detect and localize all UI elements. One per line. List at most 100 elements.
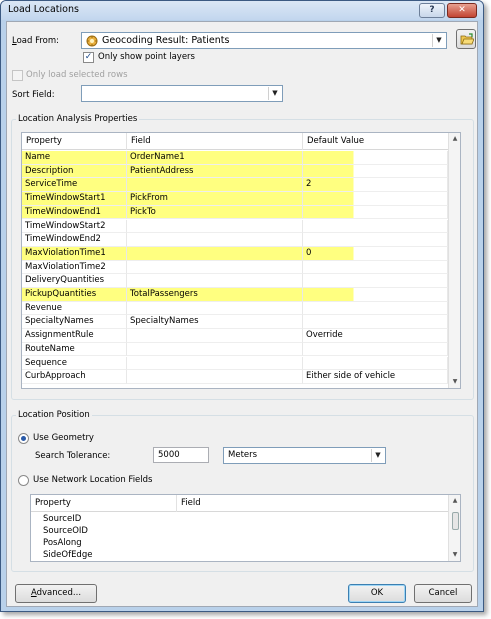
cell-property[interactable]: Sequence bbox=[22, 356, 127, 371]
table-row[interactable]: TimeWindowEnd2 bbox=[22, 233, 448, 247]
cell-property[interactable]: SpecialtyNames bbox=[22, 315, 127, 330]
cell-property[interactable]: TimeWindowStart2 bbox=[22, 219, 127, 234]
table-row[interactable]: RouteName bbox=[22, 342, 448, 357]
cell-default-value[interactable]: Either side of vehicle bbox=[303, 370, 448, 384]
column-header-property[interactable]: Property bbox=[22, 133, 127, 150]
cell-field[interactable] bbox=[127, 356, 303, 371]
table-row[interactable]: Revenue bbox=[22, 301, 448, 316]
cell-default-value[interactable] bbox=[303, 342, 448, 357]
table-row[interactable]: ServiceTime 2 bbox=[22, 178, 448, 193]
scroll-down-icon[interactable]: ▼ bbox=[449, 549, 460, 561]
use-geometry-radio[interactable] bbox=[18, 433, 29, 444]
cell-default-value[interactable] bbox=[303, 315, 448, 330]
ok-button[interactable]: OK bbox=[348, 584, 406, 603]
properties-grid[interactable]: Property Field Default Value Name OrderNa… bbox=[21, 132, 461, 389]
browse-button[interactable] bbox=[456, 29, 476, 49]
table-row[interactable]: TimeWindowStart2 bbox=[22, 219, 448, 234]
cell-field[interactable] bbox=[127, 329, 303, 343]
column-header-property[interactable]: Property bbox=[31, 495, 177, 512]
cell-property[interactable]: DeliveryQuantities bbox=[22, 274, 127, 288]
cell-field[interactable]: PickFrom bbox=[127, 192, 303, 206]
cell-property[interactable]: TimeWindowEnd1 bbox=[22, 205, 127, 220]
cell-property[interactable]: CurbApproach bbox=[22, 370, 127, 384]
cell-default-value[interactable] bbox=[303, 356, 448, 371]
cell-property[interactable]: MaxViolationTime2 bbox=[22, 260, 127, 275]
table-row[interactable]: DeliveryQuantities bbox=[22, 274, 448, 288]
cell-default-value[interactable]: 0 bbox=[303, 246, 448, 261]
cell-field[interactable] bbox=[127, 219, 303, 234]
cell-field[interactable]: PickTo bbox=[127, 205, 303, 220]
cell-field[interactable] bbox=[127, 342, 303, 357]
cell-field[interactable] bbox=[127, 301, 303, 316]
chevron-down-icon[interactable]: ▼ bbox=[268, 87, 281, 100]
cell-field[interactable] bbox=[127, 274, 303, 288]
scroll-up-icon[interactable]: ▲ bbox=[449, 133, 460, 145]
table-row[interactable]: Description PatientAddress bbox=[22, 164, 448, 179]
table-row[interactable]: SpecialtyNames SpecialtyNames bbox=[22, 315, 448, 330]
units-dropdown[interactable]: Meters ▼ bbox=[223, 447, 386, 464]
cell-default-value[interactable] bbox=[303, 164, 448, 179]
table-row[interactable]: CurbApproach Either side of vehicle bbox=[22, 370, 448, 384]
cell-property[interactable]: PosAlong bbox=[31, 537, 177, 549]
cell-field[interactable]: TotalPassengers bbox=[127, 288, 303, 302]
table-row[interactable]: PickupQuantities TotalPassengers bbox=[22, 288, 448, 302]
scroll-down-icon[interactable]: ▼ bbox=[449, 376, 460, 388]
cell-default-value[interactable] bbox=[303, 219, 448, 234]
cell-field[interactable] bbox=[127, 233, 303, 247]
use-network-fields-radio[interactable] bbox=[18, 475, 29, 486]
cell-default-value[interactable] bbox=[303, 274, 448, 288]
cell-field[interactable]: SpecialtyNames bbox=[127, 315, 303, 330]
cell-property[interactable]: ServiceTime bbox=[22, 178, 127, 193]
table-row[interactable]: SideOfEdge bbox=[31, 549, 448, 561]
cell-field[interactable] bbox=[127, 178, 303, 193]
cell-property[interactable]: SideOfEdge bbox=[31, 549, 177, 561]
close-button[interactable]: ✕ bbox=[447, 3, 477, 18]
table-row[interactable]: MaxViolationTime2 bbox=[22, 260, 448, 275]
cell-property[interactable]: PickupQuantities bbox=[22, 288, 127, 302]
table-row[interactable]: Sequence bbox=[22, 356, 448, 371]
cell-default-value[interactable]: 2 bbox=[303, 178, 448, 193]
cell-default-value[interactable] bbox=[303, 151, 448, 165]
cell-default-value[interactable] bbox=[303, 301, 448, 316]
cell-property[interactable]: AssignmentRule bbox=[22, 329, 127, 343]
advanced-button[interactable]: Advanced... bbox=[15, 584, 97, 603]
search-tolerance-input[interactable]: 5000 bbox=[153, 447, 209, 463]
scroll-up-icon[interactable]: ▲ bbox=[449, 495, 460, 507]
column-header-field[interactable]: Field bbox=[127, 133, 303, 150]
cell-default-value[interactable] bbox=[303, 192, 448, 206]
cell-default-value[interactable]: Override bbox=[303, 329, 448, 343]
table-row[interactable]: MaxViolationTime1 0 bbox=[22, 246, 448, 261]
cell-default-value[interactable] bbox=[303, 205, 448, 220]
cell-property[interactable]: Revenue bbox=[22, 301, 127, 316]
table-row[interactable]: AssignmentRule Override bbox=[22, 329, 448, 343]
column-header-field[interactable]: Field bbox=[177, 495, 448, 512]
cell-field[interactable] bbox=[127, 246, 303, 261]
cell-default-value[interactable] bbox=[303, 288, 448, 302]
network-scrollbar[interactable]: ▲ ▼ bbox=[448, 495, 460, 561]
cell-property[interactable]: SourceID bbox=[31, 513, 177, 525]
cell-default-value[interactable] bbox=[303, 233, 448, 247]
only-point-layers-checkbox[interactable]: ✓ bbox=[83, 52, 94, 63]
load-from-dropdown[interactable]: Geocoding Result: Patients ▼ bbox=[81, 32, 447, 49]
help-button[interactable]: ? bbox=[419, 3, 445, 18]
chevron-down-icon[interactable]: ▼ bbox=[432, 34, 445, 47]
sort-field-dropdown[interactable]: ▼ bbox=[81, 85, 283, 102]
table-row[interactable]: TimeWindowStart1 PickFrom bbox=[22, 192, 448, 206]
cell-property[interactable]: TimeWindowStart1 bbox=[22, 192, 127, 206]
cell-field[interactable]: PatientAddress bbox=[127, 164, 303, 179]
cell-property[interactable]: Description bbox=[22, 164, 127, 179]
column-header-default-value[interactable]: Default Value bbox=[303, 133, 448, 150]
cell-field[interactable] bbox=[127, 370, 303, 384]
cell-property[interactable]: TimeWindowEnd2 bbox=[22, 233, 127, 247]
cell-field[interactable] bbox=[127, 260, 303, 275]
cell-default-value[interactable] bbox=[303, 260, 448, 275]
table-row[interactable]: Name OrderName1 bbox=[22, 151, 448, 165]
cell-property[interactable]: SourceOID bbox=[31, 525, 177, 537]
chevron-down-icon[interactable]: ▼ bbox=[371, 449, 384, 462]
cancel-button[interactable]: Cancel bbox=[414, 584, 472, 603]
cell-property[interactable]: MaxViolationTime1 bbox=[22, 246, 127, 261]
network-fields-grid[interactable]: Property Field SourceID SourceOID PosAlong… bbox=[30, 494, 461, 562]
title-bar[interactable]: Load Locations ? ✕ bbox=[1, 1, 483, 20]
table-row[interactable]: TimeWindowEnd1 PickTo bbox=[22, 205, 448, 220]
cell-property[interactable]: RouteName bbox=[22, 342, 127, 357]
